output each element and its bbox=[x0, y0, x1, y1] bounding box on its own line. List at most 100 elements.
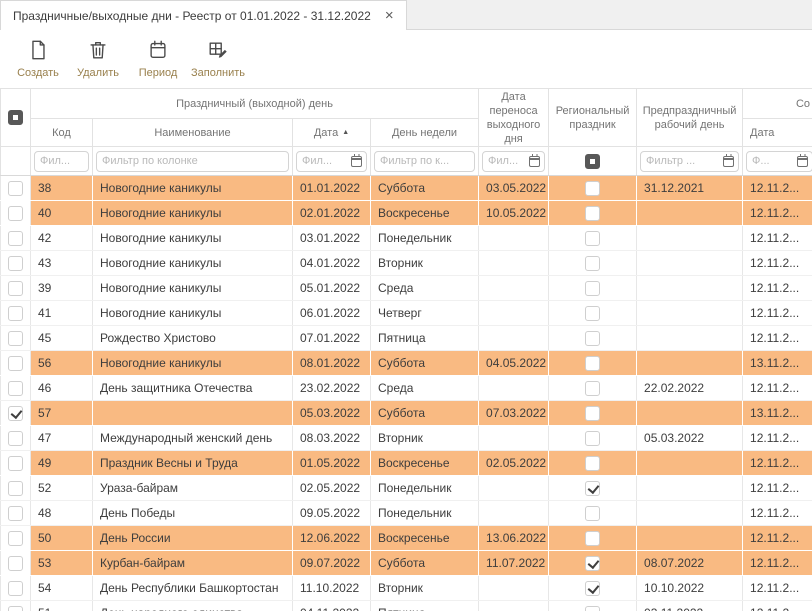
column-header-created-date[interactable]: Дата bbox=[743, 119, 812, 147]
row-select-cell bbox=[1, 226, 31, 251]
filter-name-input[interactable] bbox=[96, 151, 289, 172]
row-select-checkbox[interactable] bbox=[8, 231, 23, 246]
cell-name: День Победы bbox=[93, 501, 293, 526]
calendar-icon[interactable] bbox=[797, 156, 808, 167]
row-select-checkbox[interactable] bbox=[8, 606, 23, 611]
cell-created-date: 12.11.2... bbox=[743, 426, 812, 451]
cell-created-date: 12.11.2... bbox=[743, 601, 812, 611]
column-header-name[interactable]: Наименование bbox=[93, 119, 293, 147]
regional-checkbox[interactable] bbox=[585, 581, 600, 596]
cell-weekday: Суббота bbox=[371, 551, 479, 576]
column-header-transfer-date[interactable]: Дата переноса выходного дня bbox=[479, 89, 549, 147]
cell-name: Ураза-байрам bbox=[93, 476, 293, 501]
regional-checkbox[interactable] bbox=[585, 556, 600, 571]
fill-button[interactable]: Заполнить bbox=[188, 33, 248, 85]
row-select-checkbox[interactable] bbox=[8, 406, 23, 421]
cell-weekday: Пятница bbox=[371, 326, 479, 351]
calendar-icon[interactable] bbox=[351, 156, 362, 167]
cell-regional bbox=[549, 526, 637, 551]
select-all-checkbox[interactable] bbox=[8, 110, 23, 125]
row-select-checkbox[interactable] bbox=[8, 456, 23, 471]
column-header-code[interactable]: Код bbox=[31, 119, 93, 147]
regional-checkbox[interactable] bbox=[585, 381, 600, 396]
row-select-cell bbox=[1, 251, 31, 276]
column-header-regional[interactable]: Региональный праздник bbox=[549, 89, 637, 147]
row-select-checkbox[interactable] bbox=[8, 281, 23, 296]
cell-code: 41 bbox=[31, 301, 93, 326]
regional-checkbox[interactable] bbox=[585, 306, 600, 321]
column-header-preholiday[interactable]: Предпраздничный рабочий день bbox=[637, 89, 743, 147]
row-select-cell bbox=[1, 301, 31, 326]
create-button[interactable]: Создать bbox=[8, 33, 68, 85]
row-select-checkbox[interactable] bbox=[8, 331, 23, 346]
regional-checkbox[interactable] bbox=[585, 331, 600, 346]
filter-regional-cell bbox=[549, 147, 637, 176]
regional-checkbox[interactable] bbox=[585, 206, 600, 221]
row-select-checkbox[interactable] bbox=[8, 531, 23, 546]
row-select-checkbox[interactable] bbox=[8, 206, 23, 221]
calendar-icon[interactable] bbox=[529, 156, 540, 167]
regional-checkbox[interactable] bbox=[585, 231, 600, 246]
tab-close-icon[interactable]: × bbox=[385, 8, 394, 23]
regional-checkbox[interactable] bbox=[585, 256, 600, 271]
delete-button[interactable]: Удалить bbox=[68, 33, 128, 85]
row-select-checkbox[interactable] bbox=[8, 306, 23, 321]
cell-transfer-date bbox=[479, 601, 549, 611]
period-button[interactable]: Период bbox=[128, 33, 188, 85]
regional-checkbox[interactable] bbox=[585, 456, 600, 471]
cell-code: 57 bbox=[31, 401, 93, 426]
cell-date: 07.01.2022 bbox=[293, 326, 371, 351]
cell-name: Новогодние каникулы bbox=[93, 276, 293, 301]
table-row: 47 Международный женский день 08.03.2022… bbox=[1, 426, 812, 451]
row-select-checkbox[interactable] bbox=[8, 256, 23, 271]
cell-weekday: Среда bbox=[371, 376, 479, 401]
cell-transfer-date: 04.05.2022 bbox=[479, 351, 549, 376]
delete-button-label: Удалить bbox=[77, 67, 119, 79]
cell-preholiday-date bbox=[637, 251, 743, 276]
row-select-checkbox[interactable] bbox=[8, 581, 23, 596]
row-select-checkbox[interactable] bbox=[8, 356, 23, 371]
cell-created-date: 12.11.2... bbox=[743, 201, 812, 226]
row-select-checkbox[interactable] bbox=[8, 481, 23, 496]
column-header-date[interactable]: Дата▲ bbox=[293, 119, 371, 147]
row-select-cell bbox=[1, 526, 31, 551]
regional-checkbox[interactable] bbox=[585, 481, 600, 496]
cell-code: 52 bbox=[31, 476, 93, 501]
row-select-checkbox[interactable] bbox=[8, 381, 23, 396]
regional-filter-checkbox[interactable] bbox=[585, 154, 600, 169]
cell-created-date: 12.11.2... bbox=[743, 576, 812, 601]
row-select-checkbox[interactable] bbox=[8, 506, 23, 521]
cell-weekday: Вторник bbox=[371, 251, 479, 276]
regional-checkbox[interactable] bbox=[585, 406, 600, 421]
tab-bar: Праздничные/выходные дни - Реестр от 01.… bbox=[0, 0, 812, 30]
regional-checkbox[interactable] bbox=[585, 606, 600, 611]
cell-weekday: Воскресенье bbox=[371, 526, 479, 551]
regional-checkbox[interactable] bbox=[585, 431, 600, 446]
cell-code: 46 bbox=[31, 376, 93, 401]
tab-holidays-registry[interactable]: Праздничные/выходные дни - Реестр от 01.… bbox=[0, 0, 407, 30]
cell-weekday: Четверг bbox=[371, 301, 479, 326]
cell-transfer-date: 07.03.2022 bbox=[479, 401, 549, 426]
calendar-icon[interactable] bbox=[723, 156, 734, 167]
row-select-checkbox[interactable] bbox=[8, 431, 23, 446]
column-header-weekday[interactable]: День недели bbox=[371, 119, 479, 147]
cell-weekday: Вторник bbox=[371, 426, 479, 451]
cell-created-date: 12.11.2... bbox=[743, 451, 812, 476]
filter-code-input[interactable] bbox=[34, 151, 89, 172]
cell-regional bbox=[549, 276, 637, 301]
regional-checkbox[interactable] bbox=[585, 506, 600, 521]
group-header-holiday: Праздничный (выходной) день bbox=[31, 89, 479, 119]
cell-weekday: Вторник bbox=[371, 576, 479, 601]
row-select-checkbox[interactable] bbox=[8, 181, 23, 196]
regional-checkbox[interactable] bbox=[585, 181, 600, 196]
filter-weekday-input[interactable] bbox=[374, 151, 475, 172]
row-select-checkbox[interactable] bbox=[8, 556, 23, 571]
regional-checkbox[interactable] bbox=[585, 531, 600, 546]
cell-regional bbox=[549, 576, 637, 601]
regional-checkbox[interactable] bbox=[585, 281, 600, 296]
holidays-grid: Праздничный (выходной) день Дата перенос… bbox=[0, 88, 812, 611]
cell-preholiday-date: 22.02.2022 bbox=[637, 376, 743, 401]
regional-checkbox[interactable] bbox=[585, 356, 600, 371]
toolbar: Создать Удалить Период Заполнить bbox=[0, 30, 812, 88]
cell-date: 02.05.2022 bbox=[293, 476, 371, 501]
